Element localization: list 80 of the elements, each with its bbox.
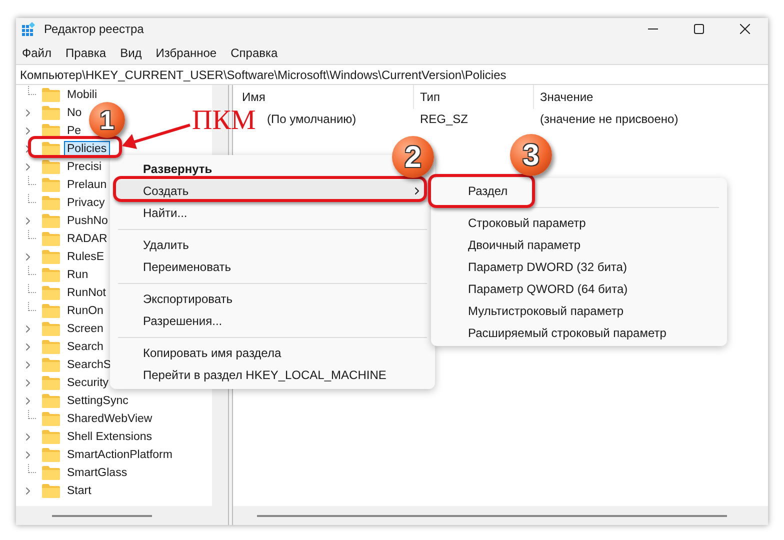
value-type: REG_SZ: [419, 111, 470, 128]
annotation-label: ПКМ: [192, 107, 256, 135]
registry-icon: [22, 22, 36, 36]
tree-item[interactable]: Security: [64, 375, 112, 391]
tree-item[interactable]: Prelaun: [64, 177, 110, 193]
folder-icon: [42, 358, 60, 372]
column-header[interactable]: Значение: [534, 85, 594, 109]
menu-option[interactable]: Переименовать: [114, 256, 239, 278]
folder-icon: [42, 394, 60, 408]
menu-item[interactable]: Справка: [230, 44, 278, 62]
folder-icon: [42, 106, 60, 120]
tree-item[interactable]: Run: [64, 267, 92, 283]
address-bar[interactable]: Компьютер\HKEY_CURRENT_USER\Software\Microsoft\Windows\CurrentVersion\Policies: [16, 64, 768, 85]
folder-icon: [42, 286, 60, 300]
tree-item[interactable]: SmartGlass: [64, 465, 130, 481]
folder-icon: [42, 178, 60, 192]
pointer-arrow: [120, 122, 192, 150]
menu-option[interactable]: Строковый параметр: [435, 212, 592, 234]
folder-icon: [42, 232, 60, 246]
tree-item[interactable]: SmartActionPlatform: [64, 447, 176, 463]
tree-item[interactable]: Search: [64, 339, 106, 355]
menu-option[interactable]: Параметр QWORD (64 бита): [435, 278, 634, 300]
menu-item[interactable]: Файл: [22, 44, 52, 62]
scrollbar-thumb[interactable]: [52, 514, 152, 516]
column-header[interactable]: Тип: [414, 85, 534, 109]
folder-icon: [42, 466, 60, 480]
tree-item[interactable]: Mobili: [64, 87, 100, 103]
tree-item[interactable]: SearchS: [64, 357, 114, 373]
tree-item[interactable]: RunNot: [64, 285, 109, 301]
folder-icon: [42, 304, 60, 318]
minimize-icon: [648, 28, 658, 30]
window-title: Редактор реестра: [44, 21, 144, 38]
tree-item[interactable]: No: [64, 105, 85, 121]
menu-option[interactable]: Мультистроковый параметр: [435, 300, 630, 322]
value-name: (По умолчанию): [267, 111, 356, 128]
tree-item[interactable]: Precisi: [64, 159, 105, 175]
menu-option[interactable]: Экспортировать: [114, 288, 241, 310]
tree-item[interactable]: Start: [64, 483, 94, 499]
tree-item[interactable]: RunOn: [64, 303, 106, 319]
folder-icon: [42, 484, 60, 498]
tree-item[interactable]: Screen: [64, 321, 106, 337]
tree-item[interactable]: Pe: [64, 123, 84, 139]
menu-item[interactable]: Вид: [120, 44, 142, 62]
tree-item[interactable]: RulesE: [64, 249, 108, 265]
folder-icon: [42, 196, 60, 210]
close-icon: [740, 24, 750, 34]
value-data: (значение не присвоено): [539, 111, 678, 128]
tree-item[interactable]: Shell Extensions: [64, 429, 156, 445]
folder-icon: [42, 250, 60, 264]
tree-item[interactable]: Privacy: [64, 195, 108, 211]
folder-icon: [42, 376, 60, 390]
column-header[interactable]: Имя: [233, 85, 414, 109]
menu-option[interactable]: Параметр DWORD (32 бита): [435, 256, 633, 278]
menu-item[interactable]: Правка: [66, 44, 106, 62]
folder-icon: [42, 142, 60, 156]
menu-option[interactable]: Найти...: [114, 202, 196, 224]
folder-icon: [42, 322, 60, 336]
tree-item[interactable]: RADAR: [64, 231, 110, 247]
folder-icon: [42, 412, 60, 426]
menu-option[interactable]: Расширяемый строковый параметр: [435, 322, 672, 344]
tree-item[interactable]: SettingSync: [64, 393, 132, 409]
folder-icon: [42, 160, 60, 174]
folder-icon: [42, 448, 60, 462]
folder-icon: [42, 214, 60, 228]
menu-option[interactable]: Двоичный параметр: [435, 234, 586, 256]
folder-icon: [42, 268, 60, 282]
folder-icon: [42, 340, 60, 354]
menu-option[interactable]: Разрешения...: [114, 310, 230, 332]
menu-option[interactable]: Раздел: [435, 180, 514, 202]
tree-item[interactable]: SharedWebView: [64, 411, 156, 427]
folder-icon: [42, 430, 60, 444]
menu-option[interactable]: Копировать имя раздела: [114, 342, 290, 364]
scrollbar-thumb[interactable]: [257, 514, 727, 516]
maximize-icon: [694, 24, 704, 34]
folder-icon: [42, 88, 60, 102]
menu-option[interactable]: Удалить: [114, 234, 197, 256]
menu-item[interactable]: Избранное: [156, 44, 217, 62]
menu-option[interactable]: Развернуть: [114, 158, 220, 180]
menu-option[interactable]: Перейти в раздел HKEY_LOCAL_MACHINE: [114, 364, 394, 386]
tree-item[interactable]: PushNo: [64, 213, 111, 229]
